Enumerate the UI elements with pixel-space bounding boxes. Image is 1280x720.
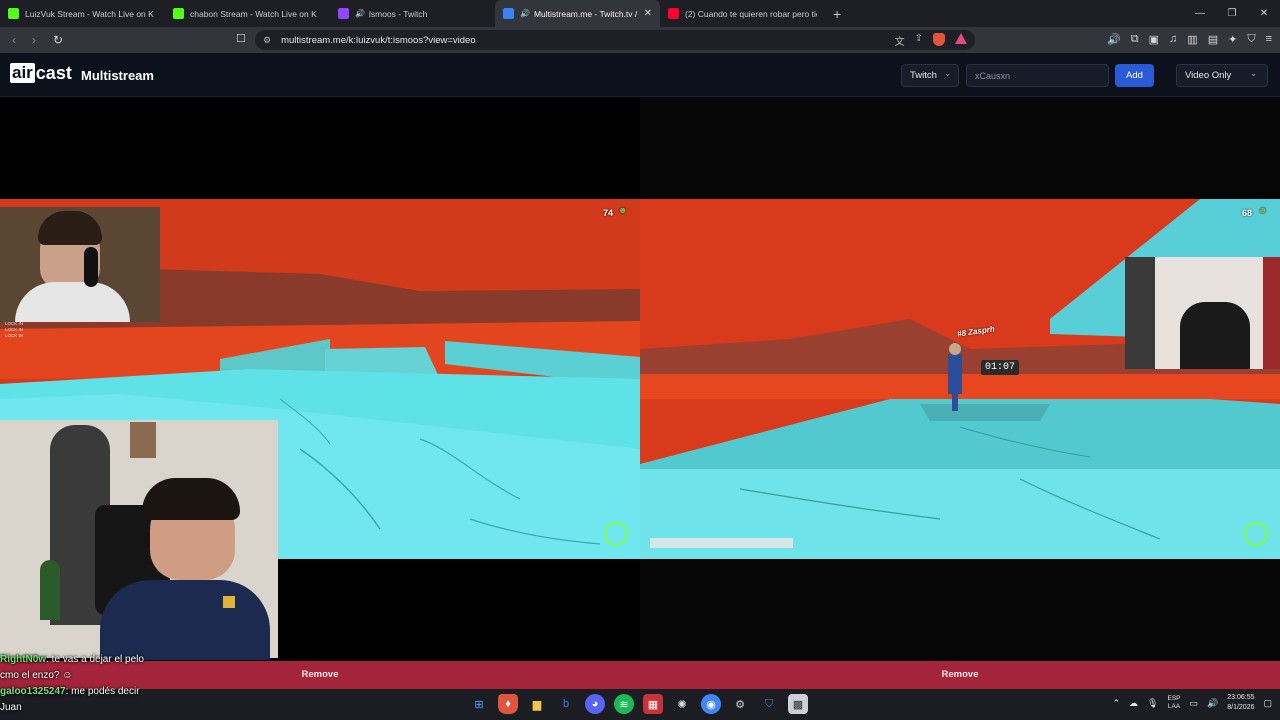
- facecam-right: [1125, 257, 1280, 369]
- tab-title: Multistream.me - Twitch.tv / K: [533, 8, 640, 19]
- address-bar[interactable]: ⚙ multistream.me/k:luizvuk/t:ismoos?view…: [255, 30, 975, 50]
- remove-stream-right-button[interactable]: Remove: [640, 661, 1280, 689]
- browser-tab[interactable]: 🔊 lsmoos - Twitch: [330, 0, 495, 27]
- multistream-favicon-icon: [503, 8, 514, 19]
- avatar-icon: ☻: [1258, 205, 1268, 215]
- maximize-icon[interactable]: ❐: [1216, 0, 1248, 27]
- speaker-icon[interactable]: 🔊: [355, 9, 365, 18]
- chat-message: cmo el enzo? ☺: [0, 670, 73, 681]
- browser-tab[interactable]: LuizVuk Stream - Watch Live on K: [0, 0, 165, 27]
- chrome-icon[interactable]: ◉: [701, 694, 721, 714]
- share-icon[interactable]: ⇪: [915, 33, 923, 48]
- spotify-icon[interactable]: ≋: [614, 694, 634, 714]
- tab-title: (2) Cuando te quieren robar pero tie: [685, 8, 817, 19]
- add-button[interactable]: Add: [1115, 64, 1154, 87]
- site-info-icon[interactable]: ⚙: [263, 35, 271, 46]
- twitch-favicon-icon: [338, 8, 349, 19]
- steam-icon[interactable]: ⚙: [730, 694, 750, 714]
- network-icon[interactable]: ▭: [1190, 698, 1199, 709]
- back-icon[interactable]: ‹: [4, 33, 24, 47]
- tab-title: LuizVuk Stream - Watch Live on K: [25, 8, 154, 19]
- close-window-icon[interactable]: ✕: [1248, 0, 1280, 27]
- platform-select[interactable]: Twitch ⌄: [901, 64, 959, 87]
- chat-username: RightN0w: [0, 654, 47, 665]
- minimize-icon[interactable]: —: [1184, 0, 1216, 27]
- volume-icon[interactable]: 🔊: [1207, 698, 1218, 709]
- toolbar-icons: 🔊 ⧉ ▣ ♫ ▥ ▤ ✦ ⛉ ≡: [1107, 33, 1272, 46]
- tab-title: chabon Stream - Watch Live on K: [190, 8, 317, 19]
- microphone-icon[interactable]: 🎙: [1147, 698, 1158, 709]
- browser-tab-strip: LuizVuk Stream - Watch Live on K chabon …: [0, 0, 1280, 27]
- chat-username: galoo1325247: [0, 686, 66, 697]
- aircast-logo[interactable]: air cast: [10, 63, 72, 83]
- view-mode-select[interactable]: Video Only ⌄: [1176, 64, 1268, 87]
- overlay-chat-mini: LOCK IN LOCK IN LOCK IN: [5, 321, 24, 338]
- defender-icon[interactable]: ⛉: [759, 694, 779, 714]
- bookmark-icon[interactable]: ☐: [236, 32, 246, 45]
- browser-tab-active[interactable]: 🔊 Multistream.me - Twitch.tv / K ✕: [495, 0, 660, 27]
- clock[interactable]: 23:06:55 8/1/2026: [1227, 693, 1254, 713]
- chevron-down-icon: ⌄: [944, 69, 951, 78]
- facecam-top-left: [0, 207, 160, 322]
- youtube-favicon-icon: [668, 8, 679, 19]
- menu-icon[interactable]: ≡: [1266, 33, 1272, 46]
- bing-icon[interactable]: b: [556, 694, 576, 714]
- tab-title: lsmoos - Twitch: [368, 8, 428, 19]
- screenshot-icon[interactable]: ▣: [1149, 33, 1159, 46]
- discord-icon[interactable]: ◕: [585, 694, 605, 714]
- reload-icon[interactable]: ↻: [48, 33, 68, 47]
- hud-count: 74: [603, 208, 614, 218]
- onedrive-icon[interactable]: ☁: [1129, 698, 1138, 709]
- notification-icon[interactable]: ▢: [1263, 698, 1272, 709]
- media-icon[interactable]: ♫: [1169, 33, 1177, 46]
- taskbar-apps: ⊞ ♦ ▆ b ◕ ≋ ▦ ✺ ◉ ⚙ ⛉ ▩: [469, 694, 808, 714]
- forward-icon[interactable]: ›: [24, 33, 44, 47]
- stream-player-right[interactable]: #8 Zasprh 01:07 68 ☻: [640, 97, 1280, 661]
- windows-start-icon[interactable]: ⊞: [469, 694, 489, 714]
- language-indicator[interactable]: ESP LAA: [1167, 695, 1180, 711]
- url-text[interactable]: multistream.me/k:luizvuk/t:ismoos?view=v…: [281, 35, 476, 46]
- race-timer: 01:07: [981, 360, 1020, 375]
- close-tab-icon[interactable]: ✕: [644, 8, 652, 19]
- extensions-icon[interactable]: ⧉: [1131, 33, 1139, 46]
- new-tab-button[interactable]: +: [833, 6, 841, 22]
- openai-icon[interactable]: ✺: [672, 694, 692, 714]
- stream-player-left[interactable]: 74 ☻ LOCK IN LOCK IN LOCK IN: [0, 97, 640, 661]
- browser-toolbar: ‹ › ↻ ☐ ⚙ multistream.me/k:luizvuk/t:ism…: [0, 27, 1280, 53]
- hud-count: 68: [1242, 208, 1253, 218]
- facecam-bottom-left: [0, 420, 278, 660]
- leo-ai-icon[interactable]: ✦: [1228, 33, 1237, 46]
- brave-browser-icon[interactable]: ♦: [498, 694, 518, 714]
- app-icon[interactable]: ▩: [788, 694, 808, 714]
- chevron-down-icon: ⌄: [1250, 69, 1257, 78]
- chat-message: Juan: [0, 702, 22, 713]
- file-explorer-icon[interactable]: ▆: [527, 694, 547, 714]
- vpn-icon[interactable]: ⛉: [1247, 33, 1255, 46]
- stream-video-right[interactable]: [640, 199, 1280, 559]
- emote-icon: ☺: [62, 670, 73, 681]
- chat-overlay: RightN0w: te vas a dejar el pelo cmo el …: [0, 652, 200, 716]
- window-controls: — ❐ ✕: [1184, 0, 1280, 27]
- chevron-up-icon[interactable]: ⌃: [1113, 698, 1121, 709]
- media-app-icon[interactable]: ▦: [643, 694, 663, 714]
- avatar-icon: ☻: [618, 205, 628, 215]
- system-tray: ⌃ ☁ 🎙 ESP LAA ▭ 🔊 23:06:55 8/1/2026 ▢: [1113, 693, 1273, 713]
- channel-input[interactable]: [966, 64, 1109, 87]
- kick-favicon-icon: [8, 8, 19, 19]
- sidebar-icon[interactable]: ▥: [1187, 33, 1197, 46]
- brand-title: Multistream: [81, 68, 154, 83]
- kick-favicon-icon: [173, 8, 184, 19]
- browser-tab[interactable]: chabon Stream - Watch Live on K: [165, 0, 330, 27]
- multistream-header: aircast Multistream Twitch ⌄ Add Video O…: [0, 53, 1280, 97]
- wallet-icon[interactable]: ▤: [1208, 33, 1218, 46]
- translate-icon[interactable]: 文: [895, 33, 905, 48]
- browser-tab[interactable]: (2) Cuando te quieren robar pero tie: [660, 0, 825, 27]
- audio-playing-icon[interactable]: 🔊: [1107, 33, 1121, 46]
- brave-rewards-icon[interactable]: [955, 33, 967, 44]
- chat-message: galoo1325247: me podés decir: [0, 686, 140, 697]
- speaker-icon[interactable]: 🔊: [520, 9, 530, 18]
- brave-shields-icon[interactable]: [933, 33, 945, 46]
- chat-message: RightN0w: te vas a dejar el pelo: [0, 654, 144, 665]
